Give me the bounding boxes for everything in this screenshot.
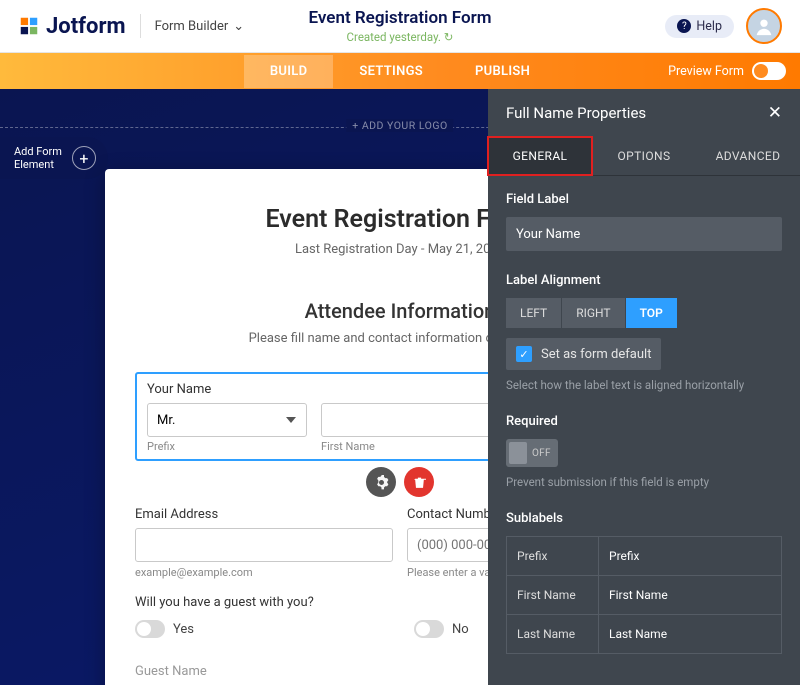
sublabel-input-lastname[interactable] bbox=[599, 615, 781, 653]
chevron-down-icon: ⌄ bbox=[233, 19, 244, 34]
help-label: Help bbox=[696, 19, 722, 34]
brand-name: Jotform bbox=[46, 14, 126, 39]
prefix-select[interactable]: Mr. bbox=[147, 403, 307, 437]
email-input[interactable] bbox=[135, 528, 393, 562]
option-no-label: No bbox=[452, 622, 469, 637]
sublabels-table: Prefix First Name Last Name bbox=[506, 536, 782, 654]
panel-tab-options[interactable]: OPTIONS bbox=[592, 137, 696, 175]
alignment-segment: LEFT RIGHT TOP bbox=[506, 298, 782, 328]
field-label-input[interactable] bbox=[506, 217, 782, 251]
field-delete-button[interactable] bbox=[404, 467, 434, 497]
panel-title: Full Name Properties bbox=[506, 104, 646, 122]
avatar[interactable] bbox=[746, 8, 782, 44]
email-label: Email Address bbox=[135, 507, 393, 522]
help-icon: ? bbox=[677, 19, 691, 33]
align-top[interactable]: TOP bbox=[626, 298, 677, 328]
app-header: Jotform Form Builder ⌄ Event Registratio… bbox=[0, 0, 800, 53]
sublabel-key-prefix: Prefix bbox=[507, 537, 599, 575]
mode-selector[interactable]: Form Builder ⌄ bbox=[155, 19, 245, 34]
avatar-icon bbox=[753, 15, 775, 37]
option-yes-label: Yes bbox=[173, 622, 194, 637]
toggle-knob bbox=[509, 442, 527, 464]
divider bbox=[140, 14, 141, 38]
sublabel-input-prefix[interactable] bbox=[599, 537, 781, 575]
logo[interactable]: Jotform bbox=[18, 14, 126, 39]
required-state: OFF bbox=[532, 448, 551, 459]
option-no[interactable]: No bbox=[414, 620, 469, 638]
preview-toggle[interactable]: Preview Form bbox=[668, 62, 786, 80]
plus-icon: + bbox=[72, 146, 96, 170]
header-title-block: Event Registration Form Created yesterda… bbox=[309, 8, 492, 44]
tab-publish[interactable]: PUBLISH bbox=[449, 55, 556, 88]
align-left[interactable]: LEFT bbox=[506, 298, 562, 328]
sublabel-key-lastname: Last Name bbox=[507, 615, 599, 653]
radio-icon bbox=[414, 620, 444, 638]
trash-icon bbox=[413, 476, 426, 489]
preview-label: Preview Form bbox=[668, 64, 744, 79]
field-label-heading: Field Label bbox=[506, 192, 782, 207]
set-default-label: Set as form default bbox=[541, 347, 651, 362]
align-right[interactable]: RIGHT bbox=[562, 298, 625, 328]
form-title[interactable]: Event Registration Form bbox=[309, 8, 492, 28]
prefix-sublabel: Prefix bbox=[147, 440, 307, 453]
required-help: Prevent submission if this field is empt… bbox=[506, 475, 782, 489]
logo-icon bbox=[18, 15, 40, 37]
panel-close-button[interactable]: ✕ bbox=[768, 103, 782, 123]
panel-tab-advanced[interactable]: ADVANCED bbox=[696, 137, 800, 175]
add-logo-button[interactable]: + ADD YOUR LOGO bbox=[346, 119, 453, 132]
required-toggle[interactable]: OFF bbox=[506, 439, 558, 467]
add-elem-line2: Element bbox=[14, 158, 62, 171]
sublabel-input-firstname[interactable] bbox=[599, 576, 781, 614]
toggle-icon bbox=[752, 62, 786, 80]
email-hint: example@example.com bbox=[135, 566, 393, 579]
set-default-checkbox[interactable]: ✓ Set as form default bbox=[506, 338, 661, 370]
mode-label: Form Builder bbox=[155, 19, 229, 34]
option-yes[interactable]: Yes bbox=[135, 620, 194, 638]
add-element-button[interactable]: Add Form Element + bbox=[0, 137, 108, 179]
panel-tab-general[interactable]: GENERAL bbox=[488, 137, 592, 175]
properties-panel: Full Name Properties ✕ GENERAL OPTIONS A… bbox=[488, 89, 800, 685]
main-tabbar: BUILD SETTINGS PUBLISH Preview Form bbox=[0, 53, 800, 89]
tab-build[interactable]: BUILD bbox=[244, 55, 334, 88]
check-icon: ✓ bbox=[516, 346, 532, 362]
gear-icon bbox=[374, 475, 389, 490]
add-elem-line1: Add Form bbox=[14, 145, 62, 158]
sublabels-heading: Sublabels bbox=[506, 511, 782, 526]
sublabel-key-firstname: First Name bbox=[507, 576, 599, 614]
tab-settings[interactable]: SETTINGS bbox=[333, 55, 449, 88]
required-heading: Required bbox=[506, 414, 782, 429]
field-settings-button[interactable] bbox=[366, 467, 396, 497]
alignment-help: Select how the label text is aligned hor… bbox=[506, 378, 782, 392]
help-button[interactable]: ? Help bbox=[665, 15, 734, 38]
alignment-heading: Label Alignment bbox=[506, 273, 782, 288]
form-meta[interactable]: Created yesterday. ↻ bbox=[309, 30, 492, 44]
radio-icon bbox=[135, 620, 165, 638]
